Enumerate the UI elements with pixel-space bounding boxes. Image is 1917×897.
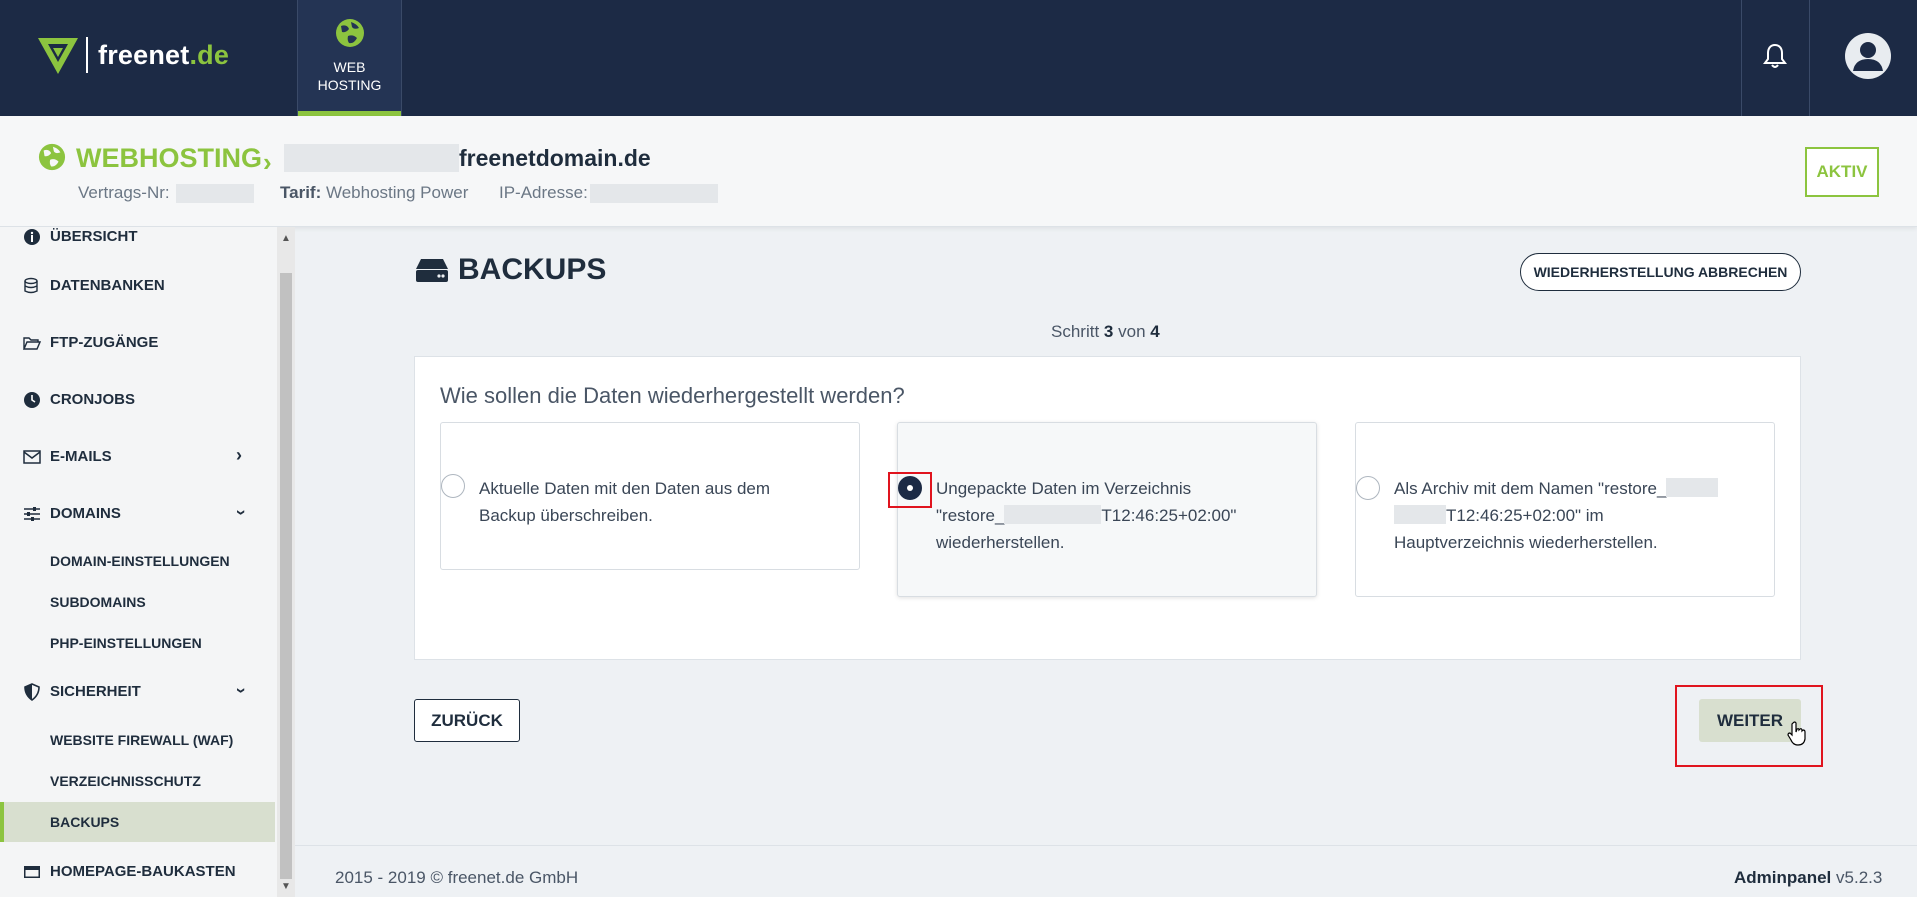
restore-option-archive[interactable]: Als Archiv mit dem Namen "restore_ T12:4… xyxy=(1355,422,1775,597)
clock-icon xyxy=(24,392,40,408)
logo-separator xyxy=(86,37,88,73)
step-indicator: Schritt 3 von 4 xyxy=(1051,322,1160,341)
tab-web-hosting-label: WEB HOSTING xyxy=(317,59,382,93)
user-icon xyxy=(1853,42,1883,71)
scroll-thumb[interactable] xyxy=(280,273,292,879)
sidebar-item-firewall[interactable]: WEBSITE FIREWALL (WAF) xyxy=(0,720,275,760)
divider xyxy=(1809,0,1810,116)
contract-number: Vertrags-Nr: xyxy=(78,183,170,202)
logo-text: freenet.de xyxy=(98,39,230,70)
breadcrumb-chevron-icon: › xyxy=(263,147,272,177)
page-title: BACKUPS xyxy=(458,253,607,286)
sidebar-item-uebersicht[interactable]: ÜBERSICHT xyxy=(0,227,275,257)
cancel-restore-button[interactable]: WIEDERHERSTELLUNG ABBRECHEN xyxy=(1520,253,1801,291)
copyright: 2015 - 2019 © freenet.de GmbH xyxy=(335,868,579,887)
scroll-up-arrow-icon[interactable]: ▲ xyxy=(281,233,291,244)
sidebar-item-domain-einstellungen[interactable]: DOMAIN-EINSTELLUNGEN xyxy=(0,541,275,581)
hand-cursor-icon xyxy=(1787,721,1806,746)
restore-option-unpacked[interactable]: Ungepackte Daten im Verzeichnis "restore… xyxy=(897,422,1317,597)
shield-icon xyxy=(24,683,40,701)
redacted-date xyxy=(1004,505,1102,524)
chevron-down-icon: › xyxy=(231,509,252,516)
restore-option-overwrite[interactable]: Aktuelle Daten mit den Daten aus dem Bac… xyxy=(440,422,860,570)
ip-address: IP-Adresse: xyxy=(499,183,588,202)
tarif: Tarif: Webhosting Power xyxy=(280,183,469,202)
radio-archive[interactable] xyxy=(1356,476,1380,500)
folder-open-icon xyxy=(23,337,41,350)
scroll-down-arrow-icon[interactable]: ▼ xyxy=(281,881,291,892)
envelope-icon xyxy=(23,450,41,464)
freenet-logo[interactable]: freenet.de xyxy=(36,34,229,76)
redacted-date xyxy=(1394,505,1446,524)
sidebar-scrollbar[interactable]: ▲ ▼ xyxy=(277,227,295,897)
window-icon xyxy=(24,866,40,878)
top-bar: freenet.de WEB HOSTING xyxy=(0,0,1917,116)
divider xyxy=(1741,0,1742,116)
sidebar-item-cronjobs[interactable]: CRONJOBS xyxy=(0,380,275,420)
option-overwrite-text: Aktuelle Daten mit den Daten aus dem Bac… xyxy=(479,479,771,525)
globe-icon xyxy=(336,19,364,47)
sidebar-item-domains[interactable]: DOMAINS › xyxy=(0,494,275,534)
version-info: Adminpanel v5.2.3 xyxy=(1734,868,1883,887)
option-archive-text: Als Archiv mit dem Namen "restore_ T12:4… xyxy=(1394,475,1774,556)
chevron-right-icon: › xyxy=(236,445,242,465)
redacted-subdomain xyxy=(284,144,459,172)
tab-web-hosting[interactable]: WEB HOSTING xyxy=(297,0,402,116)
database-icon xyxy=(24,277,38,294)
chevron-down-icon: › xyxy=(231,687,252,694)
restore-question: Wie sollen die Daten wiederhergestellt w… xyxy=(440,383,905,408)
redacted-date xyxy=(1666,478,1719,497)
section-title: WEBHOSTING xyxy=(76,143,262,173)
highlight-radio xyxy=(888,472,932,508)
hard-drive-icon xyxy=(416,259,448,282)
back-button[interactable]: ZURÜCK xyxy=(414,699,520,742)
user-avatar[interactable] xyxy=(1845,33,1891,79)
sidebar-item-homepage-baukasten[interactable]: HOMEPAGE-BAUKASTEN xyxy=(0,852,275,892)
sidebar: ÜBERSICHT DATENBANKEN FTP-ZUGÄNGE CRONJO… xyxy=(0,227,277,897)
status-badge: AKTIV xyxy=(1805,147,1879,197)
sliders-icon xyxy=(24,507,40,521)
sidebar-item-php-einstellungen[interactable]: PHP-EINSTELLUNGEN xyxy=(0,623,275,663)
sidebar-item-datenbanken[interactable]: DATENBANKEN xyxy=(0,266,275,306)
radio-overwrite[interactable] xyxy=(441,474,465,498)
webhosting-globe-icon xyxy=(38,143,66,171)
info-icon xyxy=(24,229,40,245)
sidebar-item-emails[interactable]: E-MAILS › xyxy=(0,437,275,477)
sidebar-item-subdomains[interactable]: SUBDOMAINS xyxy=(0,582,275,622)
bell-icon[interactable] xyxy=(1762,42,1788,70)
freenet-logo-icon xyxy=(38,38,78,74)
sidebar-item-sicherheit[interactable]: SICHERHEIT › xyxy=(0,672,275,712)
redacted-contract-number xyxy=(176,184,254,203)
sidebar-item-verzeichnisschutz[interactable]: VERZEICHNISSCHUTZ xyxy=(0,761,275,801)
domain-name: freenetdomain.de xyxy=(459,145,651,171)
sidebar-item-backups[interactable]: BACKUPS xyxy=(0,802,275,842)
option-unpacked-text: Ungepackte Daten im Verzeichnis "restore… xyxy=(936,479,1237,552)
sidebar-item-ftp[interactable]: FTP-ZUGÄNGE xyxy=(0,323,275,363)
redacted-ip-address xyxy=(590,184,718,203)
